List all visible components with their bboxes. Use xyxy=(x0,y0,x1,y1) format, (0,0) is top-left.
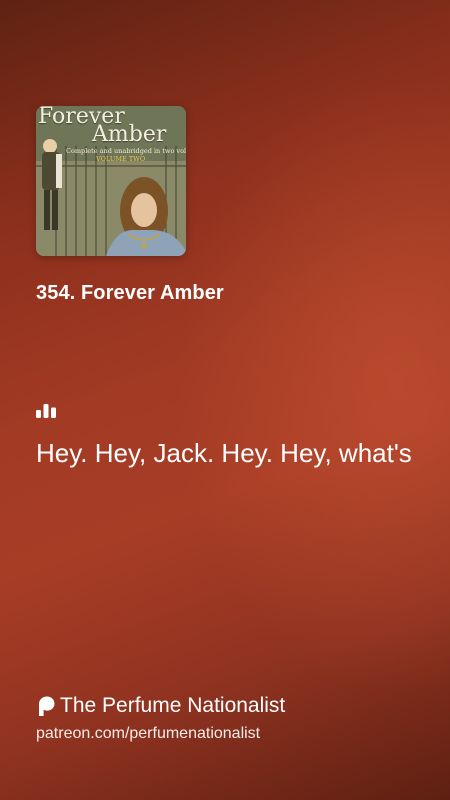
patreon-icon xyxy=(39,696,55,716)
episode-title: 354. Forever Amber xyxy=(36,282,224,304)
podcast-credit: The Perfume Nationalist xyxy=(36,694,285,718)
transcript-text: Hey. Hey, Jack. Hey. Hey, what's xyxy=(36,438,412,468)
cover-title-line2: Amber xyxy=(92,122,167,147)
cover-subtitle: Complete and unabridged in two volumes xyxy=(66,147,186,155)
audio-waveform-icon xyxy=(36,404,56,418)
cover-volume: VOLUME TWO xyxy=(96,155,146,163)
podcast-name: The Perfume Nationalist xyxy=(60,694,286,717)
cover-art: Forever Amber Complete and unabridged in… xyxy=(36,106,186,256)
podcast-url[interactable]: patreon.com/perfumenationalist xyxy=(36,724,260,744)
audiogram-card: Forever Amber Complete and unabridged in… xyxy=(0,0,450,800)
